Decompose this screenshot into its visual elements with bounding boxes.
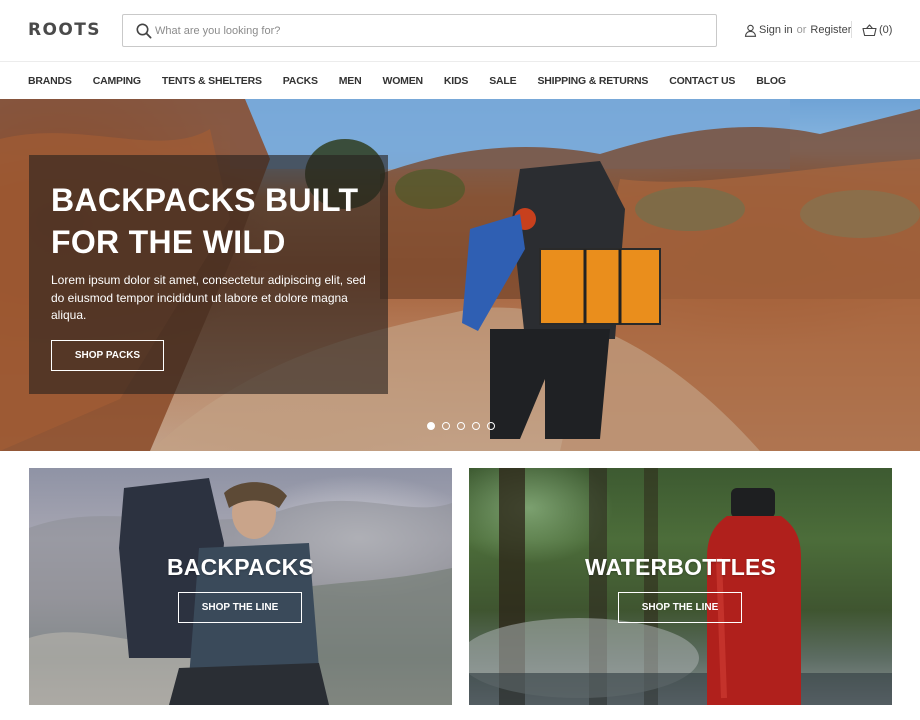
waterbottles-tile-image xyxy=(469,468,892,705)
site-logo[interactable]: ROOTS xyxy=(28,20,101,40)
nav-item-tents-shelters[interactable]: TENTS & SHELTERS xyxy=(162,75,262,87)
carousel-dot-2[interactable] xyxy=(442,422,450,430)
hero-title: BACKPACKS BUILT FOR THE WILD xyxy=(51,182,359,260)
nav-item-shipping-returns[interactable]: SHIPPING & RETURNS xyxy=(537,75,648,87)
main-navigation: BRANDS CAMPING TENTS & SHELTERS PACKS ME… xyxy=(0,61,920,99)
cart-count: (0) xyxy=(879,24,893,36)
search-input[interactable] xyxy=(155,16,705,45)
shop-packs-button[interactable]: SHOP PACKS xyxy=(51,340,164,371)
cart-link[interactable]: (0) xyxy=(862,22,892,38)
carousel-dot-3[interactable] xyxy=(457,422,465,430)
or-separator: or xyxy=(796,24,807,36)
carousel-dots xyxy=(427,422,495,430)
cart-icon xyxy=(862,23,877,36)
nav-item-packs[interactable]: PACKS xyxy=(283,75,318,87)
nav-item-camping[interactable]: CAMPING xyxy=(93,75,141,87)
user-icon xyxy=(744,24,757,37)
category-tile-waterbottles[interactable]: WATERBOTTLES SHOP THE LINE xyxy=(469,468,892,705)
nav-list: BRANDS CAMPING TENTS & SHELTERS PACKS ME… xyxy=(28,62,786,100)
nav-item-men[interactable]: MEN xyxy=(339,75,362,87)
backpacks-shop-the-line-button[interactable]: SHOP THE LINE xyxy=(178,592,302,623)
search-icon[interactable] xyxy=(135,22,153,40)
hero-content-panel: BACKPACKS BUILT FOR THE WILD Lorem ipsum… xyxy=(29,155,388,394)
carousel-dot-4[interactable] xyxy=(472,422,480,430)
register-link[interactable]: Register xyxy=(810,24,851,36)
waterbottles-shop-the-line-button[interactable]: SHOP THE LINE xyxy=(618,592,742,623)
backpacks-tile-title: BACKPACKS xyxy=(166,554,315,580)
header-divider xyxy=(851,21,852,38)
carousel-dot-5[interactable] xyxy=(487,422,495,430)
nav-item-kids[interactable]: KIDS xyxy=(444,75,468,87)
nav-item-sale[interactable]: SALE xyxy=(489,75,516,87)
sign-in-link[interactable]: Sign in xyxy=(759,24,793,36)
nav-item-brands[interactable]: BRANDS xyxy=(28,75,72,87)
nav-item-women[interactable]: WOMEN xyxy=(383,75,424,87)
carousel-dot-1[interactable] xyxy=(427,422,435,430)
nav-item-contact-us[interactable]: CONTACT US xyxy=(669,75,735,87)
hero-carousel: BACKPACKS BUILT FOR THE WILD Lorem ipsum… xyxy=(0,99,920,451)
site-header: ROOTS Sign in or Register (0) xyxy=(0,0,920,61)
backpacks-tile-image xyxy=(29,478,452,705)
account-links: Sign in or Register xyxy=(744,22,851,38)
waterbottles-tile-title: WATERBOTTLES xyxy=(584,554,777,580)
nav-item-blog[interactable]: BLOG xyxy=(756,75,786,87)
category-tile-backpacks[interactable]: BACKPACKS SHOP THE LINE xyxy=(29,468,452,705)
search-bar[interactable] xyxy=(122,14,717,47)
hero-description: Lorem ipsum dolor sit amet, consectetur … xyxy=(51,273,366,322)
